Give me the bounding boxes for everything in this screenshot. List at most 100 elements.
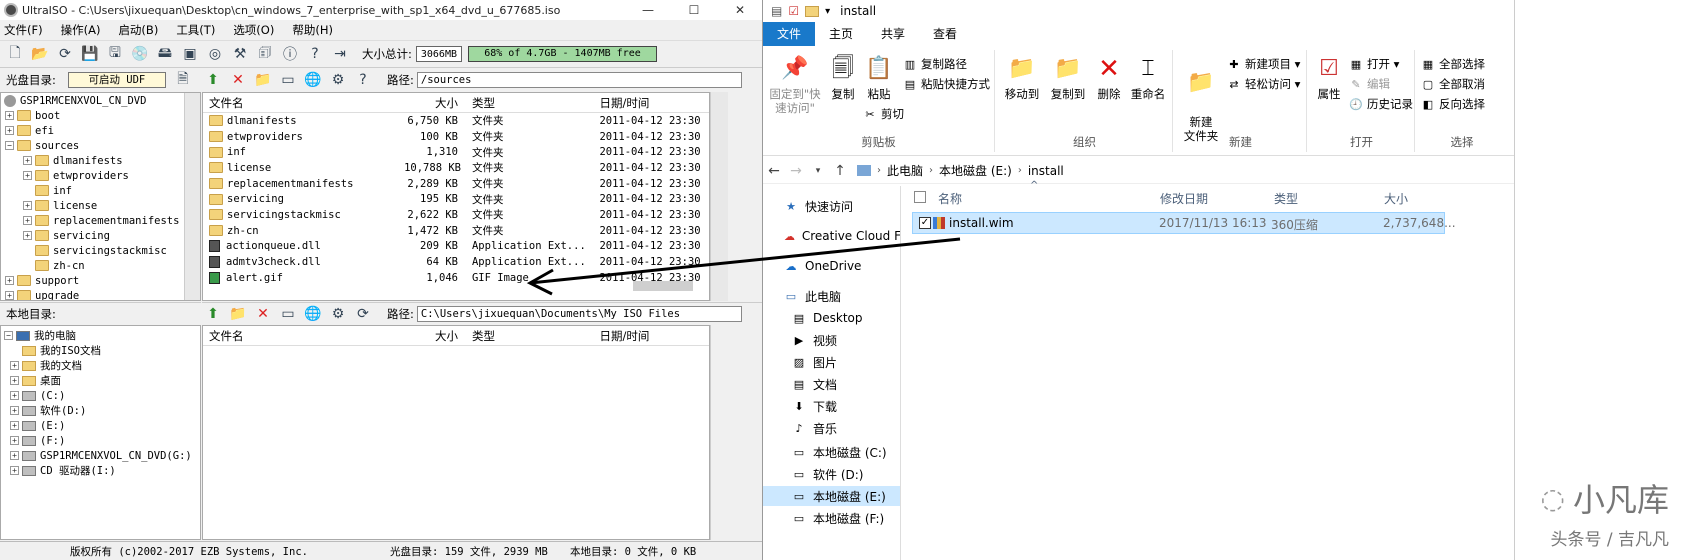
- col-type[interactable]: 类型: [466, 95, 599, 111]
- disc-file-row[interactable]: replacementmanifests 2,289 KB 文件夹 2011-04-1…: [203, 176, 709, 192]
- local-col-filename[interactable]: 文件名: [203, 328, 404, 344]
- local-delete-icon[interactable]: ✕: [252, 303, 274, 325]
- expander-icon[interactable]: +: [10, 466, 19, 475]
- properties-button[interactable]: ☑ 属性: [1313, 54, 1345, 102]
- forward-arrow-icon[interactable]: →: [785, 163, 807, 179]
- select-all-checkbox[interactable]: [914, 191, 926, 203]
- disc-path-field[interactable]: /sources: [416, 72, 742, 88]
- local-new-folder-icon[interactable]: 📁: [227, 303, 249, 325]
- tab-view[interactable]: 查看: [919, 22, 972, 46]
- file-row[interactable]: ✓ install.wim 2017/11/13 16:13 360压缩 2,7…: [912, 212, 1456, 234]
- delete-icon[interactable]: ✕: [227, 69, 249, 91]
- open-button[interactable]: ▦ 打开 ▾: [1349, 56, 1400, 72]
- menu-file[interactable]: 文件(F): [4, 22, 43, 38]
- nav-item[interactable]: ♪ 音乐: [763, 418, 900, 438]
- disc-tree-item[interactable]: zh-cn: [1, 258, 200, 273]
- crumb-drive-e[interactable]: 本地磁盘 (E:): [939, 162, 1012, 179]
- select-all-button[interactable]: ▦ 全部选择: [1421, 56, 1485, 72]
- disc-tree-item[interactable]: + etwproviders: [1, 168, 200, 183]
- local-tree-item[interactable]: + CD 驱动器(I:): [1, 463, 200, 478]
- crumb-install[interactable]: install: [1028, 164, 1064, 178]
- expander-icon[interactable]: +: [10, 436, 19, 445]
- save-icon[interactable]: 💾: [79, 43, 101, 65]
- paste-button[interactable]: 📋 粘贴: [863, 54, 895, 102]
- expander-icon[interactable]: +: [10, 361, 19, 370]
- save-as-icon[interactable]: 🖫: [104, 43, 126, 65]
- disc-tree-item[interactable]: + efi: [1, 123, 200, 138]
- local-refresh-icon[interactable]: ⟳: [352, 303, 374, 325]
- nav-item[interactable]: ▨ 图片: [763, 352, 900, 372]
- nav-item[interactable]: ☁ OneDrive: [763, 256, 900, 276]
- col-size[interactable]: 大小: [404, 95, 466, 111]
- open-folder-icon[interactable]: 📂: [29, 43, 51, 65]
- disc-tree-scrollbar[interactable]: [184, 93, 200, 300]
- menu-tools[interactable]: 工具(T): [176, 22, 215, 38]
- nav-item[interactable]: ★ 快速访问: [763, 196, 900, 216]
- disc-tree-item[interactable]: servicingstackmisc: [1, 243, 200, 258]
- back-arrow-icon[interactable]: ←: [763, 163, 785, 179]
- disc-file-row[interactable]: inf 1,310 文件夹 2011-04-12 23:30: [203, 144, 709, 160]
- disc-file-row[interactable]: actionqueue.dll 209 KB Application Ext... 2…: [203, 239, 709, 255]
- history-button[interactable]: 🕘 历史记录: [1349, 96, 1413, 112]
- burn-disc-icon[interactable]: 💿: [129, 43, 151, 65]
- boot-type-field[interactable]: 可启动 UDF: [67, 72, 166, 88]
- local-tree-item[interactable]: 我的ISO文档: [1, 343, 200, 358]
- rename-button[interactable]: ⌶ 重命名: [1127, 54, 1169, 102]
- qat-dropdown-icon[interactable]: ▾: [825, 6, 830, 17]
- properties-qat-icon[interactable]: ▤: [771, 4, 782, 18]
- copy-path-button[interactable]: ▥ 复制路径: [903, 56, 967, 72]
- disc-tree-item[interactable]: inf: [1, 183, 200, 198]
- recent-dropdown-icon[interactable]: ▾: [807, 166, 829, 176]
- local-tree-item[interactable]: + 我的文档: [1, 358, 200, 373]
- disc-file-row[interactable]: admtv3check.dll 64 KB Application Ext... 20…: [203, 254, 709, 270]
- new-folder-icon[interactable]: 📁: [252, 69, 274, 91]
- close-button[interactable]: ✕: [717, 0, 762, 20]
- select-none-button[interactable]: ▢ 全部取消: [1421, 76, 1485, 92]
- paste-shortcut-button[interactable]: ▤ 粘贴快捷方式: [903, 76, 990, 92]
- cut-button[interactable]: ✂ 剪切: [863, 106, 904, 122]
- properties-icon[interactable]: 🗊: [254, 43, 276, 65]
- delete-button[interactable]: ✕ 删除: [1093, 54, 1125, 101]
- new-file-icon[interactable]: 🗋: [4, 43, 26, 65]
- col-date[interactable]: 日期/时间: [599, 95, 709, 111]
- tab-file[interactable]: 文件: [763, 22, 815, 46]
- crumb-this-pc[interactable]: 此电脑: [887, 162, 923, 179]
- local-col-date[interactable]: 日期/时间: [599, 328, 709, 344]
- refresh-icon[interactable]: ⟳: [54, 43, 76, 65]
- expander-icon[interactable]: +: [5, 126, 14, 135]
- rename-icon[interactable]: ▭: [277, 69, 299, 91]
- help-small-icon[interactable]: ?: [352, 69, 374, 91]
- expander-icon[interactable]: +: [10, 421, 19, 430]
- local-globe-icon[interactable]: 🌐: [302, 303, 324, 325]
- expander-icon[interactable]: +: [5, 291, 14, 300]
- disc-file-row[interactable]: dlmanifests 6,750 KB 文件夹 2011-04-12 23:30: [203, 113, 709, 129]
- nav-item[interactable]: ▭ 本地磁盘 (F:): [763, 508, 900, 528]
- nav-item[interactable]: ▤ Desktop: [763, 308, 900, 328]
- expander-icon[interactable]: +: [23, 216, 32, 225]
- disc-file-row[interactable]: etwproviders 100 KB 文件夹 2011-04-12 23:30: [203, 129, 709, 145]
- up-folder-icon[interactable]: ↑: [829, 163, 851, 179]
- compress-icon[interactable]: ▣: [179, 43, 201, 65]
- info-icon[interactable]: ⓘ: [279, 43, 301, 65]
- disc-tree-item[interactable]: + servicing: [1, 228, 200, 243]
- copy-to-button[interactable]: 📁 复制到: [1047, 54, 1089, 102]
- globe-icon[interactable]: 🌐: [302, 69, 324, 91]
- disc-list-hscroll[interactable]: [633, 281, 693, 291]
- local-tree-item[interactable]: + (C:): [1, 388, 200, 403]
- local-list-scrollbar[interactable]: [710, 325, 728, 540]
- expander-icon[interactable]: +: [23, 156, 32, 165]
- local-col-size[interactable]: 大小: [404, 328, 466, 344]
- disc-tree-item[interactable]: + license: [1, 198, 200, 213]
- copy-button[interactable]: 🗐 复制: [827, 54, 859, 102]
- expander-icon[interactable]: +: [23, 231, 32, 240]
- menu-help[interactable]: 帮助(H): [292, 22, 333, 38]
- move-to-button[interactable]: 📁 移动到: [1001, 54, 1043, 102]
- local-tree-item[interactable]: + 软件(D:): [1, 403, 200, 418]
- nav-item[interactable]: ▭ 本地磁盘 (C:): [763, 442, 900, 462]
- tools-icon[interactable]: ⚒: [229, 43, 251, 65]
- disc-tree-item[interactable]: + upgrade: [1, 288, 200, 300]
- disc-file-row[interactable]: servicing 195 KB 文件夹 2011-04-12 23:30: [203, 191, 709, 207]
- help-icon[interactable]: ?: [304, 43, 326, 65]
- nav-item[interactable]: ▭ 此电脑: [763, 286, 900, 306]
- edit-button[interactable]: ✎ 编辑: [1349, 76, 1390, 92]
